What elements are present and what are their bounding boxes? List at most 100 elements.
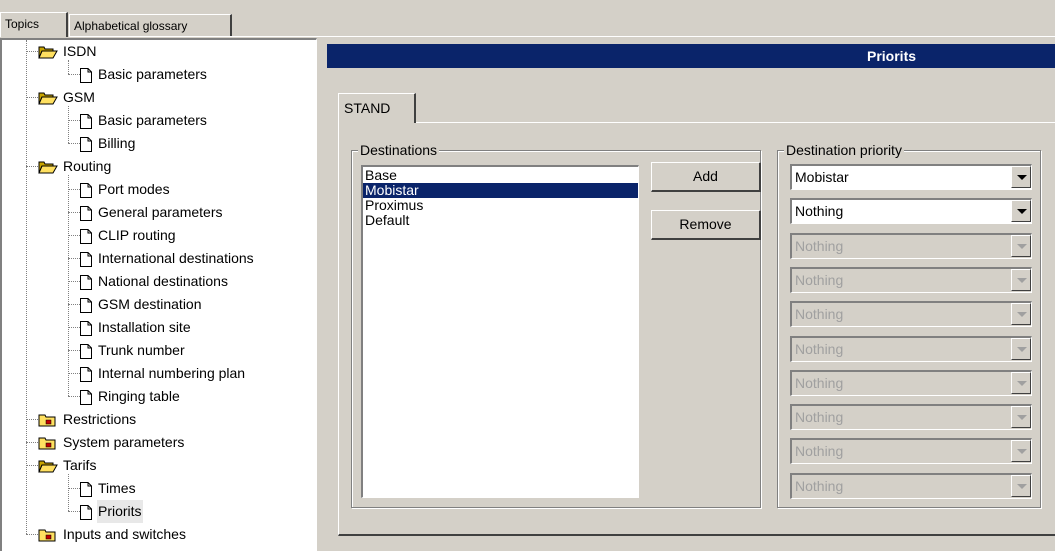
tree-connector: [26, 166, 38, 167]
tree-item[interactable]: International destinations: [2, 247, 317, 270]
tab-strip-divider: [69, 36, 1055, 37]
tree-branch-line: [68, 175, 69, 396]
tree-connector: [68, 258, 80, 259]
priority-select-value: Nothing: [795, 409, 844, 426]
tree-item-label: Ringing table: [98, 388, 180, 404]
priority-select-value: Mobistar: [795, 169, 849, 185]
tree-item[interactable]: Basic parameters: [2, 63, 317, 86]
tree-item[interactable]: Tarifs: [2, 454, 317, 477]
page-icon: [80, 251, 92, 267]
destination-list-item[interactable]: Default: [363, 213, 638, 228]
tree-root-line: [26, 40, 27, 534]
page-title: Priorits: [867, 48, 917, 64]
tree-item-label: Basic parameters: [98, 112, 207, 128]
priority-select[interactable]: Nothing: [790, 198, 1032, 225]
priority-select: Nothing: [790, 404, 1032, 431]
tree-branch-line: [68, 106, 69, 143]
tree-item-label: Installation site: [98, 319, 191, 335]
tree-item[interactable]: CLIP routing: [2, 224, 317, 247]
tree-item[interactable]: Priorits: [2, 500, 317, 523]
chevron-down-icon[interactable]: [1011, 166, 1031, 188]
tree-item-label: Priorits: [97, 500, 143, 523]
folder-closed-icon: [38, 412, 58, 428]
tree-item[interactable]: General parameters: [2, 201, 317, 224]
topic-tree[interactable]: ISDN Basic parameters GSM Basic parameters B…: [0, 38, 317, 551]
folder-closed-icon: [38, 435, 58, 451]
tab-topics[interactable]: Topics: [0, 12, 68, 37]
page-icon: [80, 366, 92, 382]
tree-item[interactable]: Internal numbering plan: [2, 362, 317, 385]
chevron-down-icon: [1011, 268, 1031, 291]
chevron-down-icon: [1011, 337, 1031, 360]
tree-connector: [26, 51, 38, 52]
page-icon: [80, 297, 92, 313]
priority-select: Nothing: [790, 438, 1032, 465]
page-icon: [80, 182, 92, 198]
add-button[interactable]: Add: [651, 162, 761, 192]
priority-select: Nothing: [790, 266, 1032, 293]
tree-connector: [68, 511, 80, 512]
tree-item-label: Port modes: [98, 181, 170, 197]
tree-item-label: Restrictions: [63, 411, 137, 427]
tree-item-label: Internal numbering plan: [98, 365, 246, 381]
tree-item[interactable]: Inputs and switches: [2, 523, 317, 546]
priority-select-value: Nothing: [795, 237, 844, 254]
tree-item-label: Routing: [63, 158, 112, 174]
priority-select-value: Nothing: [795, 374, 844, 391]
destination-list-item[interactable]: Mobistar: [363, 183, 638, 198]
tree-item-label: GSM destination: [98, 296, 202, 312]
page-icon: [80, 320, 92, 336]
tab-alphabetical-glossary[interactable]: Alphabetical glossary: [69, 14, 232, 36]
tree-item-label: National destinations: [98, 273, 228, 289]
chevron-down-icon: [1011, 474, 1031, 497]
tree-item[interactable]: ISDN: [2, 40, 317, 63]
tree-item-label: System parameters: [63, 434, 185, 450]
tree-item[interactable]: Times: [2, 477, 317, 500]
destination-list-item[interactable]: Proximus: [363, 198, 638, 213]
page-icon: [80, 481, 92, 497]
chevron-down-icon: [1011, 406, 1031, 429]
chevron-down-icon: [1011, 303, 1031, 326]
destinations-listbox[interactable]: Base Mobistar Proximus Default: [361, 165, 639, 498]
tree-item[interactable]: Restrictions: [2, 408, 317, 431]
priority-select: Nothing: [790, 369, 1032, 396]
page-icon: [80, 67, 92, 83]
tree-item[interactable]: Billing: [2, 132, 317, 155]
tree-connector: [68, 281, 80, 282]
tree-item[interactable]: Installation site: [2, 316, 317, 339]
chevron-down-icon[interactable]: [1011, 200, 1031, 223]
tree-item[interactable]: Ringing table: [2, 385, 317, 408]
tree-connector: [68, 212, 80, 213]
tree-connector: [68, 488, 80, 489]
tree-item[interactable]: Port modes: [2, 178, 317, 201]
tree-item[interactable]: Routing: [2, 155, 317, 178]
priority-select[interactable]: Mobistar: [790, 164, 1032, 190]
tree-item-label: CLIP routing: [98, 227, 176, 243]
page-icon: [80, 389, 92, 405]
remove-button[interactable]: Remove: [651, 210, 761, 240]
folder-open-icon: [38, 44, 58, 60]
priority-select-value: Nothing: [795, 443, 844, 460]
destination-list-item[interactable]: Base: [363, 168, 638, 183]
folder-open-icon: [38, 159, 58, 175]
tree-item[interactable]: Trunk number: [2, 339, 317, 362]
tree-item[interactable]: Basic parameters: [2, 109, 317, 132]
folder-open-icon: [38, 458, 58, 474]
tree-connector: [26, 534, 38, 535]
tree-item[interactable]: GSM destination: [2, 293, 317, 316]
tree-connector: [68, 120, 80, 121]
tree-item[interactable]: GSM: [2, 86, 317, 109]
page-icon: [80, 205, 92, 221]
tree-connector: [68, 327, 80, 328]
tree-item[interactable]: National destinations: [2, 270, 317, 293]
tree-connector: [68, 189, 80, 190]
tree-item-label: General parameters: [98, 204, 223, 220]
tree-connector: [68, 304, 80, 305]
tree-connector: [26, 97, 38, 98]
tab-stand[interactable]: STAND: [338, 93, 416, 123]
page-icon: [80, 274, 92, 290]
folder-closed-icon: [38, 527, 58, 543]
priority-select: Nothing: [790, 472, 1032, 499]
tree-item[interactable]: System parameters: [2, 431, 317, 454]
page-icon: [80, 136, 92, 152]
